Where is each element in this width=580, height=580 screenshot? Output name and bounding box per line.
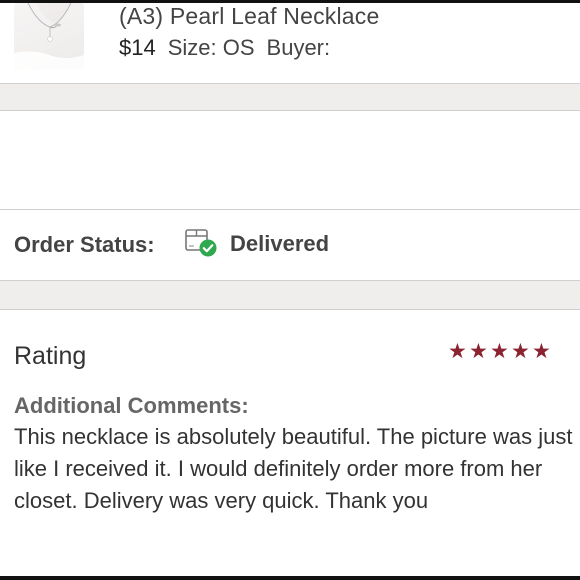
section-spacer [0,281,580,309]
product-row[interactable]: (A3) Pearl Leaf Necklace $14 Size: OS Buye… [0,3,580,83]
rating-title: Rating [14,342,87,370]
star-icon: ★ [490,340,509,363]
product-title[interactable]: (A3) Pearl Leaf Necklace [119,3,379,30]
product-size: Size: OS [167,35,255,60]
star-rating: ★ ★ ★ ★ ★ [448,340,553,364]
rating-section: Rating ★ ★ ★ ★ ★ Additional Comments: Th… [0,310,580,576]
star-icon: ★ [469,340,488,363]
star-icon: ★ [511,340,530,363]
order-status-value: Delivered [230,231,330,256]
order-status-label: Order Status: [14,232,155,257]
product-thumbnail[interactable] [14,3,84,69]
buyer-label: Buyer: [266,35,331,60]
star-icon: ★ [448,340,467,363]
order-status-row: Order Status: Delivered [0,210,580,280]
section-spacer [0,84,580,110]
redacted-block [0,111,580,209]
package-delivered-icon [184,228,218,258]
bottom-border [0,576,580,580]
product-meta: $14 Size: OS Buyer: [119,35,487,63]
product-price: $14 [119,35,156,60]
buyer-name-redacted [336,36,487,63]
additional-comments-label: Additional Comments: [14,393,249,418]
additional-comments-text: This necklace is absolutely beautiful. T… [14,424,573,513]
star-icon: ★ [532,340,551,363]
